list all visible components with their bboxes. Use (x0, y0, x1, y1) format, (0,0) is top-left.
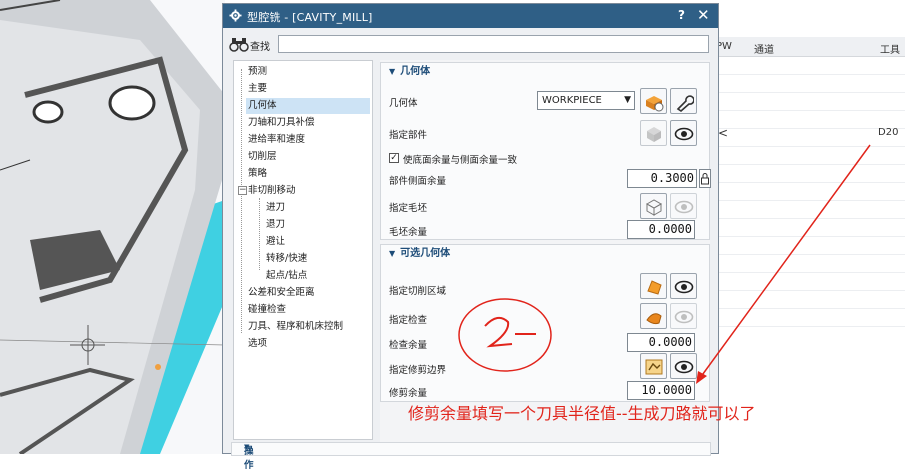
eye-icon (674, 127, 694, 141)
search-row: 查找 (223, 32, 718, 56)
cavity-mill-dialog: 型腔铣 - [CAVITY_MILL] ? ✕ 查找 预测 主要 几何体 刀轴和… (222, 3, 719, 471)
geometry-group: ▼ 几何体 几何体 WORKPIECE ▼ 指定部件 ✓ 使底面余量与侧面余量一… (380, 62, 711, 240)
show-blank-button[interactable] (670, 193, 697, 219)
trim-stock-label: 修剪余量 (389, 388, 428, 399)
lock-button[interactable] (699, 169, 711, 188)
optional-group-header[interactable]: ▼ 可选几何体 (381, 245, 709, 263)
specify-check-button[interactable] (640, 303, 667, 329)
nav-item-main[interactable]: 主要 (248, 81, 267, 97)
help-button[interactable]: ? (678, 8, 685, 22)
specify-cut-area-button[interactable] (640, 273, 667, 299)
nav-item-geometry[interactable]: 几何体 (246, 98, 370, 114)
specify-blank-button[interactable] (640, 193, 667, 219)
gear-icon (229, 9, 242, 22)
blank-stock-input[interactable]: 0.0000 (627, 220, 695, 239)
part-side-stock-input[interactable]: 0.3000 (627, 169, 697, 188)
close-button[interactable]: ✕ (697, 6, 710, 24)
edit-geometry-button[interactable] (670, 88, 697, 114)
nav-item-feeds-speeds[interactable]: 进给率和速度 (248, 132, 305, 148)
nav-item-non-cutting[interactable]: 非切削移动 (248, 183, 296, 199)
blank-icon (645, 199, 663, 216)
specify-cut-area-label: 指定切削区域 (389, 286, 447, 297)
model-view (0, 0, 225, 454)
dialog-titlebar[interactable]: 型腔铣 - [CAVITY_MILL] ? ✕ (223, 4, 718, 28)
geometry-group-title: 几何体 (400, 66, 431, 77)
nav-item-cut-levels[interactable]: 切削层 (248, 149, 277, 165)
check-stock-label: 检查余量 (389, 340, 428, 351)
show-cut-area-button[interactable] (670, 273, 697, 299)
nav-item-retract[interactable]: 退刀 (266, 217, 285, 233)
row-marker: < (718, 126, 729, 140)
nav-item-engage[interactable]: 进刀 (266, 200, 285, 216)
annotation-note: 修剪余量填写一个刀具半径值--生成刀路就可以了 (408, 404, 756, 423)
nav-item-tolerance[interactable]: 公差和安全距离 (248, 285, 315, 301)
eye-icon (674, 310, 694, 324)
check-stock-input[interactable]: 0.0000 (627, 333, 695, 352)
workpiece-icon (646, 96, 664, 112)
specify-part-button[interactable] (640, 120, 667, 146)
nav-item-forecast[interactable]: 预测 (248, 64, 267, 80)
optional-group-title: 可选几何体 (400, 248, 451, 259)
optional-geometry-group: ▼ 可选几何体 指定切削区域 指定检查 检查余量 0.0000 指定修剪边界 修… (380, 244, 710, 402)
settings-content: ▼ 几何体 几何体 WORKPIECE ▼ 指定部件 ✓ 使底面余量与侧面余量一… (380, 60, 711, 444)
trim-boundary-icon (645, 359, 663, 375)
cut-area-icon (647, 280, 662, 295)
geometry-select[interactable]: WORKPIECE ▼ (537, 91, 635, 110)
lock-icon (701, 173, 709, 185)
eye-icon (674, 360, 694, 374)
nav-item-tool-axis[interactable]: 刀轴和刀具补偿 (248, 115, 315, 131)
tool-cell[interactable]: D20 (878, 127, 898, 138)
part-icon (647, 127, 661, 142)
nav-item-avoidance[interactable]: 避让 (266, 234, 285, 250)
operation-grid: PW 通道 工具 < D20 (708, 0, 905, 454)
blank-stock-label: 毛坯余量 (389, 227, 428, 238)
wrench-icon (676, 95, 694, 112)
geometry-label: 几何体 (389, 98, 418, 109)
part-side-stock-label: 部件侧面余量 (389, 176, 447, 187)
nav-item-tool-program-machine[interactable]: 刀具、程序和机床控制 (248, 319, 343, 335)
collapse-toggle[interactable]: − (238, 186, 247, 195)
specify-check-label: 指定检查 (389, 315, 428, 326)
show-trim-boundary-button[interactable] (670, 353, 697, 379)
geometry-select-value: WORKPIECE (542, 95, 602, 106)
chevron-down-icon: ▼ (624, 95, 631, 105)
specify-blank-label: 指定毛坯 (389, 203, 428, 214)
same-floor-side-checkbox[interactable]: ✓ (389, 153, 399, 163)
nav-item-start-drill-points[interactable]: 起点/钻点 (266, 268, 307, 284)
column-path[interactable]: 通道 (754, 41, 774, 56)
operations-group-title: 操作 (244, 446, 254, 471)
geometry-group-header[interactable]: ▼ 几何体 (381, 63, 709, 81)
grid-header (708, 37, 905, 57)
nav-item-options[interactable]: 选项 (248, 336, 267, 352)
cad-viewport[interactable] (0, 0, 225, 454)
new-geometry-button[interactable] (640, 88, 667, 114)
trim-stock-input[interactable]: 10.0000 (627, 381, 695, 400)
show-check-button[interactable] (670, 303, 697, 329)
show-part-button[interactable] (670, 120, 697, 146)
search-label: 查找 (250, 42, 270, 53)
nav-tree: 预测 主要 几何体 刀轴和刀具补偿 进给率和速度 切削层 策略 − 非切削移动 … (233, 60, 373, 440)
specify-trim-boundary-button[interactable] (640, 353, 667, 379)
search-input[interactable] (278, 35, 709, 53)
eye-icon (674, 200, 694, 214)
check-icon (646, 313, 662, 325)
nav-item-transfer[interactable]: 转移/快速 (266, 251, 307, 267)
binoculars-icon (229, 38, 249, 52)
nav-item-strategy[interactable]: 策略 (248, 166, 267, 182)
eye-icon (674, 280, 694, 294)
specify-part-label: 指定部件 (389, 130, 428, 141)
column-tool[interactable]: 工具 (880, 41, 900, 56)
specify-trim-label: 指定修剪边界 (389, 365, 447, 376)
nav-item-collision-check[interactable]: 碰撞检查 (248, 302, 286, 318)
same-floor-side-label: 使底面余量与侧面余量一致 (403, 155, 518, 166)
dialog-title: 型腔铣 - [CAVITY_MILL] (247, 11, 373, 24)
